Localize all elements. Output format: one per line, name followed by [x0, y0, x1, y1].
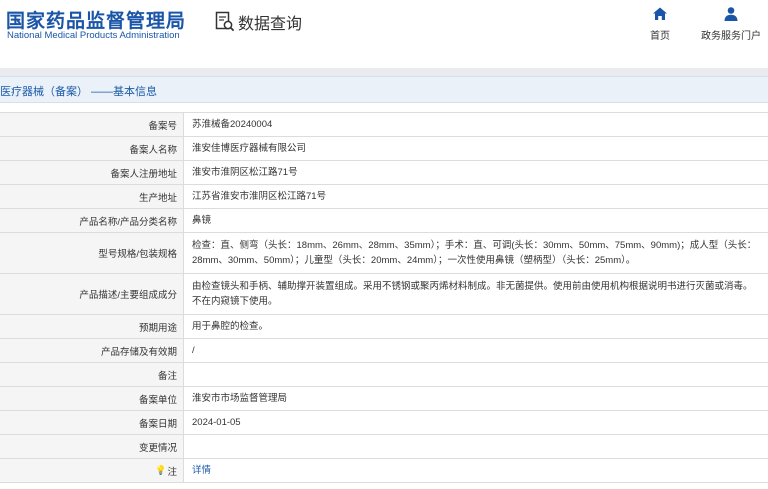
- logo-title-en[interactable]: National Medical Products Administration: [7, 30, 180, 41]
- row-label: 备案单位: [0, 387, 184, 410]
- section-title: 医疗器械（备案） ——基本信息: [0, 86, 158, 98]
- row-value: 用于鼻腔的检查。: [192, 321, 269, 332]
- row-value-text: 检查：直、侧弯（头长：18mm、26mm、28mm、35mm）；手术：直、可调(…: [192, 240, 757, 266]
- table-row-registrant-name: 备案人名称 淮安佳博医疗器械有限公司: [0, 137, 768, 161]
- table-row-filing-date: 备案日期 2024-01-05: [0, 411, 768, 435]
- row-label-note: 💡 注: [0, 459, 184, 482]
- row-label: 生产地址: [0, 185, 184, 208]
- query-title: 数据查询: [238, 16, 303, 33]
- detail-table: 备案号 苏淮械备20240004 备案人名称 淮安佳博医疗器械有限公司 备案人注…: [0, 112, 768, 483]
- table-row-storage-validity: 产品存储及有效期 /: [0, 339, 768, 363]
- row-value: 苏淮械备20240004: [192, 119, 273, 130]
- table-row-registrant-address: 备案人注册地址 淮安市淮阴区松江路71号: [0, 161, 768, 185]
- row-label: 备注: [0, 363, 184, 386]
- table-row-remarks: 备注: [0, 363, 768, 387]
- lightbulb-icon: 💡: [155, 465, 167, 475]
- document-search-icon: [215, 11, 235, 32]
- table-row-record-number: 备案号 苏淮械备20240004: [0, 113, 768, 137]
- row-value: [184, 363, 768, 386]
- row-value: /: [192, 345, 195, 356]
- user-icon: [724, 7, 738, 21]
- table-row-product-name: 产品名称/产品分类名称 鼻镜: [0, 209, 768, 233]
- nav-home[interactable]: 首页: [646, 6, 674, 42]
- details-link[interactable]: 详情: [192, 463, 211, 478]
- row-label: 型号规格/包装规格: [0, 233, 184, 273]
- section-header: 医疗器械（备案） ——基本信息: [0, 76, 768, 103]
- table-row-intended-use: 预期用途 用于鼻腔的检查。: [0, 315, 768, 339]
- row-value: 检查：直、侧弯（头长：18mm、26mm、28mm、35mm）；手术：直、可调(…: [184, 233, 768, 273]
- row-label: 预期用途: [0, 315, 184, 338]
- row-value: 鼻镜: [192, 215, 212, 226]
- row-label: 备案人名称: [0, 137, 184, 160]
- row-label: 备案日期: [0, 411, 184, 434]
- table-row-product-description: 产品描述/主要组成成分 由检查镜头和手柄、辅助撑开装置组成。采用不锈钢或聚丙烯材…: [0, 274, 768, 315]
- table-row-filing-unit: 备案单位 淮安市市场监督管理局: [0, 387, 768, 411]
- header-divider: [0, 68, 768, 76]
- row-value-text: 由检查镜头和手柄、辅助撑开装置组成。采用不锈钢或聚丙烯材料制成。非无菌提供。使用…: [192, 281, 753, 307]
- row-label: 备案号: [0, 113, 184, 136]
- row-value: 淮安市市场监督管理局: [192, 393, 288, 404]
- row-label: 变更情况: [0, 435, 184, 458]
- nav-home-label: 首页: [650, 31, 670, 42]
- row-label: 备案人注册地址: [0, 161, 184, 184]
- row-label: 产品存储及有效期: [0, 339, 184, 362]
- table-row-change-status: 变更情况: [0, 435, 768, 459]
- row-value: 2024-01-05: [192, 417, 241, 428]
- row-value: 由检查镜头和手柄、辅助撑开装置组成。采用不锈钢或聚丙烯材料制成。非无菌提供。使用…: [184, 274, 768, 314]
- row-value: 淮安市淮阴区松江路71号: [192, 167, 298, 178]
- site-header: 国家药品监督管理局 National Medical Products Admi…: [0, 0, 768, 60]
- home-icon: [653, 7, 667, 20]
- table-row-note: 💡 注 详情: [0, 459, 768, 483]
- row-value: [184, 435, 768, 458]
- table-row-model-spec: 型号规格/包装规格 检查：直、侧弯（头长：18mm、26mm、28mm、35mm…: [0, 233, 768, 274]
- row-value: 淮安佳博医疗器械有限公司: [192, 143, 307, 154]
- data-query-heading: 数据查询: [215, 10, 302, 34]
- row-value: 详情: [184, 459, 768, 482]
- nav-service-portal-label: 政务服务门户: [701, 31, 761, 42]
- row-label: 产品描述/主要组成成分: [0, 274, 184, 314]
- table-row-production-address: 生产地址 江苏省淮安市淮阴区松江路71号: [0, 185, 768, 209]
- logo-title-cn[interactable]: 国家药品监督管理局: [6, 6, 186, 33]
- row-label-text: 注: [167, 466, 177, 478]
- row-value: 江苏省淮安市淮阴区松江路71号: [192, 191, 327, 202]
- row-label: 产品名称/产品分类名称: [0, 209, 184, 232]
- nav-service-portal[interactable]: 政务服务门户: [699, 6, 763, 42]
